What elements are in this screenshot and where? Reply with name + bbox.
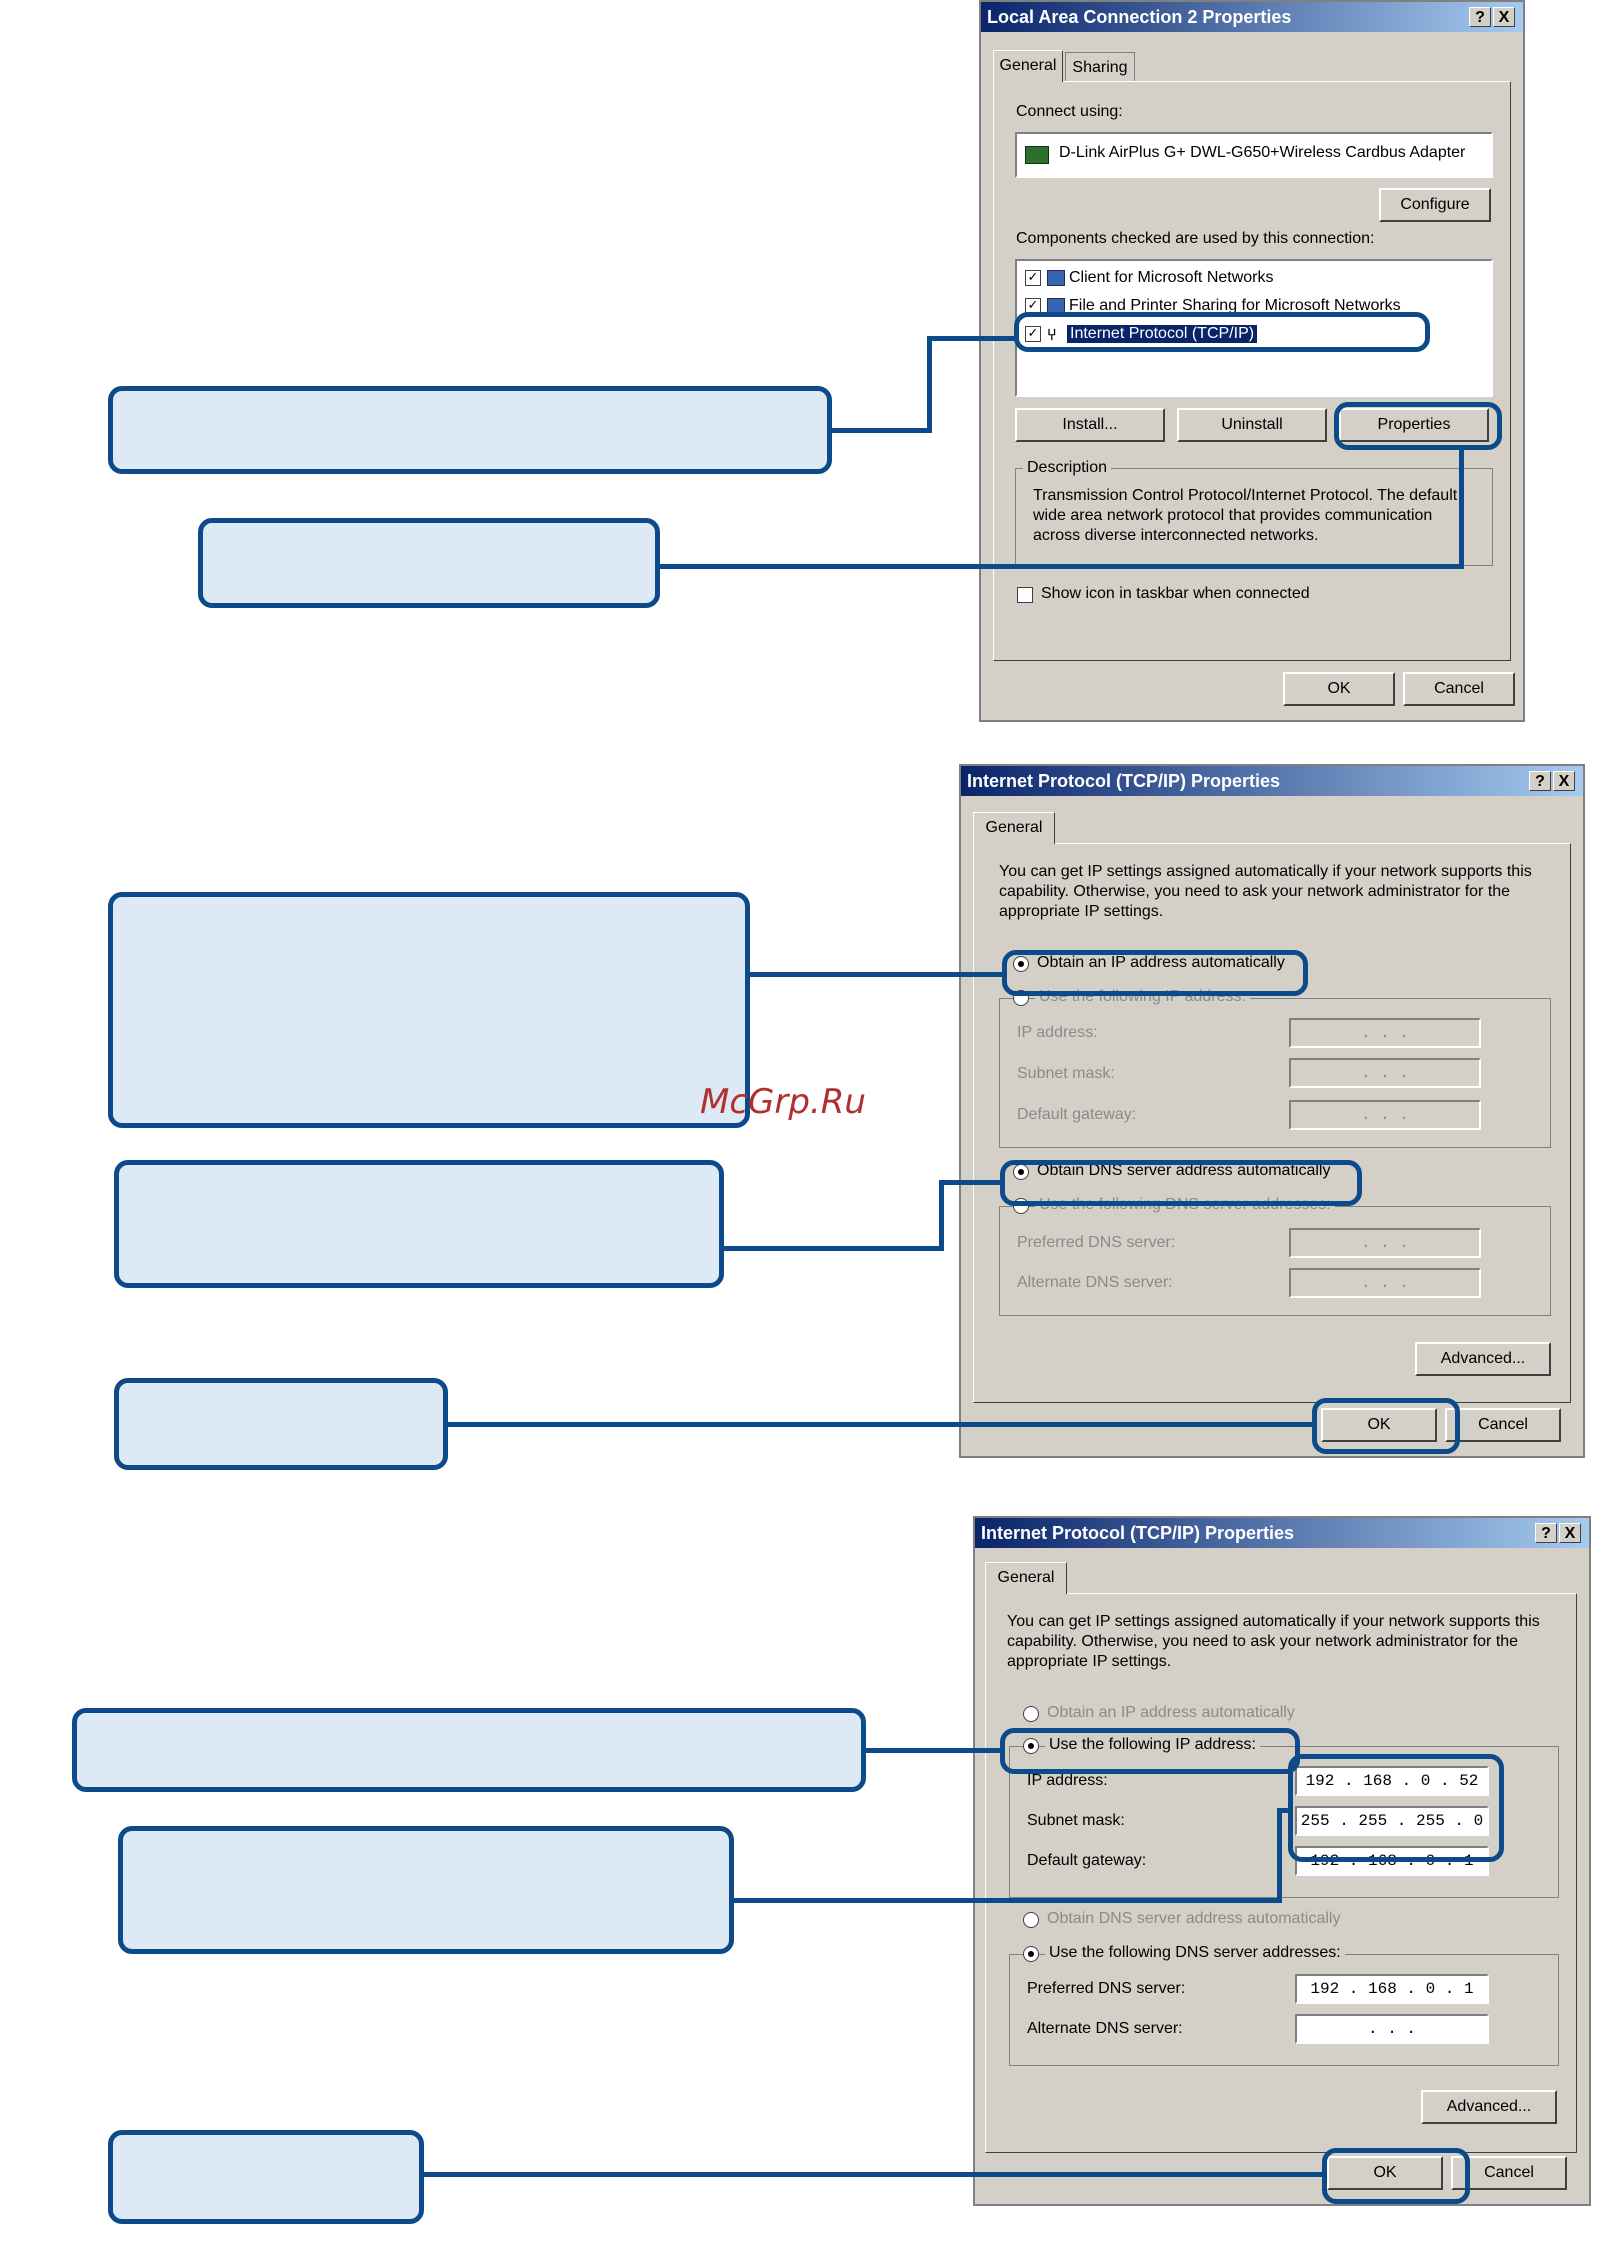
help-button[interactable]: ? — [1535, 1523, 1557, 1543]
highlight-ok-button — [1322, 2148, 1470, 2204]
component-checkbox[interactable]: ✓ — [1025, 270, 1041, 286]
callout-box-1 — [108, 386, 832, 474]
tab-general[interactable]: General — [985, 1562, 1067, 1594]
cancel-button[interactable]: Cancel — [1403, 672, 1515, 706]
obtain-dns-label: Obtain DNS server address automatically — [1047, 1910, 1341, 1927]
callout-box-8 — [108, 2130, 424, 2224]
local-area-connection-dialog: Local Area Connection 2 Properties ? X G… — [979, 0, 1525, 722]
close-button[interactable]: X — [1553, 771, 1575, 791]
description-label: Description — [1023, 459, 1112, 477]
uninstall-button[interactable]: Uninstall — [1177, 408, 1327, 442]
ip-address-field[interactable]: . . . — [1289, 1018, 1481, 1048]
description-text: Transmission Control Protocol/Internet P… — [1033, 487, 1458, 544]
preferred-dns-label: Preferred DNS server: — [1017, 1234, 1176, 1251]
highlight-tcpip-item — [1014, 312, 1430, 352]
callout-box-2 — [198, 518, 660, 608]
adapter-name: D-Link AirPlus G+ DWL-G650+Wireless Card… — [1059, 144, 1466, 161]
list-item[interactable]: ✓ Client for Microsoft Networks — [1025, 267, 1485, 289]
connector-line — [1277, 1808, 1282, 1903]
obtain-ip-radio[interactable] — [1023, 1706, 1039, 1722]
connector-line — [927, 336, 1017, 341]
close-button[interactable]: X — [1493, 7, 1515, 27]
watermark-text: McGrp.Ru — [700, 1082, 866, 1122]
ip-address-label: IP address: — [1017, 1024, 1098, 1041]
dialog2-title: Internet Protocol (TCP/IP) Properties — [961, 766, 1583, 796]
install-button[interactable]: Install... — [1015, 408, 1165, 442]
connector-line — [939, 1180, 944, 1251]
computer-icon — [1047, 270, 1065, 286]
callout-box-7 — [118, 1826, 734, 1954]
cancel-button[interactable]: Cancel — [1445, 1408, 1561, 1442]
help-button[interactable]: ? — [1529, 771, 1551, 791]
preferred-dns-label: Preferred DNS server: — [1027, 1980, 1186, 1997]
connector-line — [734, 1898, 1282, 1903]
connector-line — [724, 1246, 944, 1251]
help-button[interactable]: ? — [1469, 7, 1491, 27]
default-gateway-label: Default gateway: — [1017, 1106, 1137, 1123]
subnet-mask-label: Subnet mask: — [1017, 1065, 1115, 1082]
use-dns-radio[interactable] — [1023, 1946, 1039, 1962]
highlight-obtain-dns — [1000, 1160, 1362, 1206]
connector-line — [424, 2172, 1324, 2177]
connector-line — [866, 1748, 1002, 1753]
tab-general[interactable]: General — [993, 50, 1063, 82]
show-icon-checkbox[interactable] — [1017, 587, 1033, 603]
preferred-dns-field[interactable]: . . . — [1289, 1228, 1481, 1258]
dns-group — [999, 1206, 1551, 1316]
use-dns-label: Use the following DNS server addresses: — [1045, 1944, 1345, 1962]
highlight-use-ip — [1000, 1728, 1300, 1774]
preferred-dns-field[interactable]: 192 . 168 . 0 . 1 — [1295, 1974, 1489, 2004]
alternate-dns-field[interactable]: . . . — [1295, 2014, 1489, 2044]
callout-box-6 — [72, 1708, 866, 1792]
connector-line — [832, 428, 932, 433]
callout-box-5 — [114, 1378, 448, 1470]
connector-line — [448, 1422, 1314, 1427]
ok-button[interactable]: OK — [1283, 672, 1395, 706]
tcpip-properties-dialog-static: Internet Protocol (TCP/IP) Properties ? … — [973, 1516, 1591, 2206]
connect-using-label: Connect using: — [1016, 103, 1123, 120]
alternate-dns-field[interactable]: . . . — [1289, 1268, 1481, 1298]
default-gateway-field[interactable]: . . . — [1289, 1100, 1481, 1130]
dialog1-title: Local Area Connection 2 Properties — [981, 2, 1523, 32]
obtain-dns-radio[interactable] — [1023, 1912, 1039, 1928]
connector-line — [939, 1180, 1002, 1185]
components-label: Components checked are used by this conn… — [1016, 230, 1375, 247]
highlight-properties-button — [1334, 402, 1502, 450]
alternate-dns-label: Alternate DNS server: — [1027, 2020, 1183, 2037]
connector-line — [750, 972, 1004, 977]
highlight-obtain-ip — [1002, 950, 1308, 996]
highlight-ip-fields — [1288, 1754, 1504, 1862]
advanced-button[interactable]: Advanced... — [1421, 2090, 1557, 2124]
dialog3-title: Internet Protocol (TCP/IP) Properties — [975, 1518, 1589, 1548]
configure-button[interactable]: Configure — [1379, 188, 1491, 222]
show-icon-label: Show icon in taskbar when connected — [1041, 585, 1310, 602]
component-label: Client for Microsoft Networks — [1069, 269, 1274, 286]
tab-general[interactable]: General — [973, 812, 1055, 844]
adapter-box: D-Link AirPlus G+ DWL-G650+Wireless Card… — [1015, 132, 1493, 178]
intro-text: You can get IP settings assigned automat… — [999, 863, 1532, 920]
default-gateway-label: Default gateway: — [1027, 1852, 1147, 1869]
obtain-ip-label: Obtain an IP address automatically — [1047, 1704, 1295, 1721]
alternate-dns-label: Alternate DNS server: — [1017, 1274, 1173, 1291]
intro-text: You can get IP settings assigned automat… — [1007, 1613, 1540, 1670]
connector-line — [927, 336, 932, 433]
network-card-icon — [1025, 146, 1049, 164]
tcpip-properties-dialog-auto: Internet Protocol (TCP/IP) Properties ? … — [959, 764, 1585, 1458]
ip-address-label: IP address: — [1027, 1772, 1108, 1789]
highlight-ok-button — [1312, 1398, 1460, 1454]
connector-line — [1459, 448, 1464, 569]
callout-box-3 — [108, 892, 750, 1128]
connector-line — [660, 564, 1464, 569]
close-button[interactable]: X — [1559, 1523, 1581, 1543]
connector-line — [1277, 1808, 1290, 1813]
subnet-mask-label: Subnet mask: — [1027, 1812, 1125, 1829]
callout-box-4 — [114, 1160, 724, 1288]
subnet-mask-field[interactable]: . . . — [1289, 1058, 1481, 1088]
advanced-button[interactable]: Advanced... — [1415, 1342, 1551, 1376]
tab-sharing[interactable]: Sharing — [1065, 52, 1135, 82]
dns-group — [1009, 1954, 1559, 2066]
